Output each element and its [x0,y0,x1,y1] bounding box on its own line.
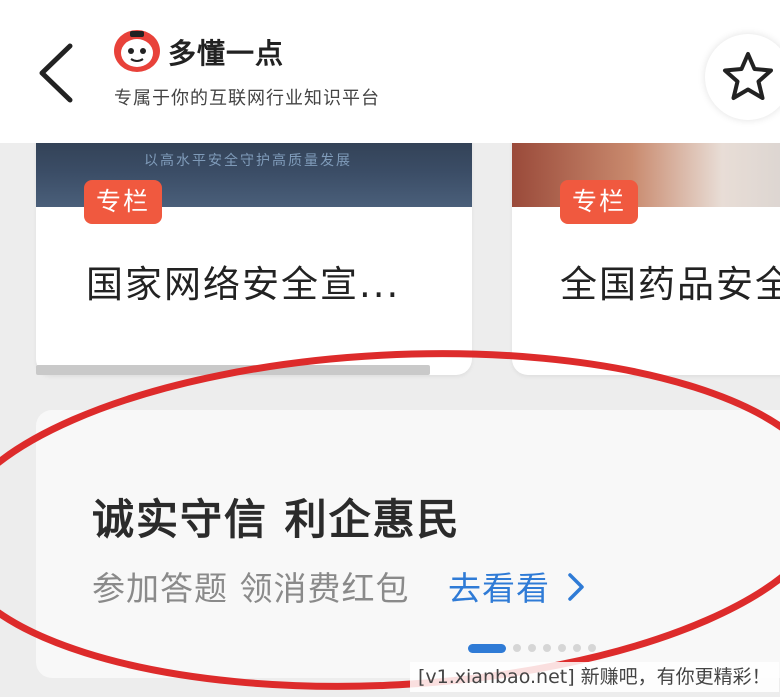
carousel-dot[interactable] [513,644,521,652]
app-header: 多懂一点 专属于你的互联网行业知识平台 [0,0,780,143]
go-see-link[interactable]: 去看看 [448,562,550,610]
carousel-dot[interactable] [528,644,536,652]
article-card[interactable]: 专栏 全国药品安全 [512,120,780,375]
promo-banner[interactable]: 诚实守信 利企惠民 参加答题 领消费红包 去看看 [36,410,780,678]
watermark: [v1.xianbao.net] 新赚吧，有你更精彩！ [410,662,779,692]
card-title: 国家网络安全宣... [86,263,401,306]
brand-tagline: 专属于你的互联网行业知识平台 [114,88,380,109]
thumbnail-caption: 以高水平安全守护高质量发展 [144,153,352,169]
chevron-right-icon [568,573,584,601]
carousel-dot[interactable] [588,644,596,652]
carousel-dot[interactable] [468,643,506,653]
carousel-dot[interactable] [573,644,581,652]
brand-logo [112,28,162,74]
favorite-button[interactable] [705,34,780,120]
horizontal-scrollbar[interactable] [36,365,430,375]
chevron-left-icon [39,43,73,103]
banner-subtitle: 参加答题 领消费红包 [92,569,410,608]
column-badge: 专栏 [560,180,639,224]
column-badge: 专栏 [84,180,163,224]
article-card[interactable]: 以高水平安全守护高质量发展 专栏 国家网络安全宣... [36,120,472,375]
card-title: 全国药品安全 [560,263,780,306]
banner-title: 诚实守信 利企惠民 [92,495,461,544]
back-button[interactable] [30,38,90,108]
star-icon [723,52,773,100]
carousel-indicator [468,643,596,653]
carousel-dot[interactable] [543,644,551,652]
brand-name: 多懂一点 [168,37,285,70]
carousel-dot[interactable] [558,644,566,652]
